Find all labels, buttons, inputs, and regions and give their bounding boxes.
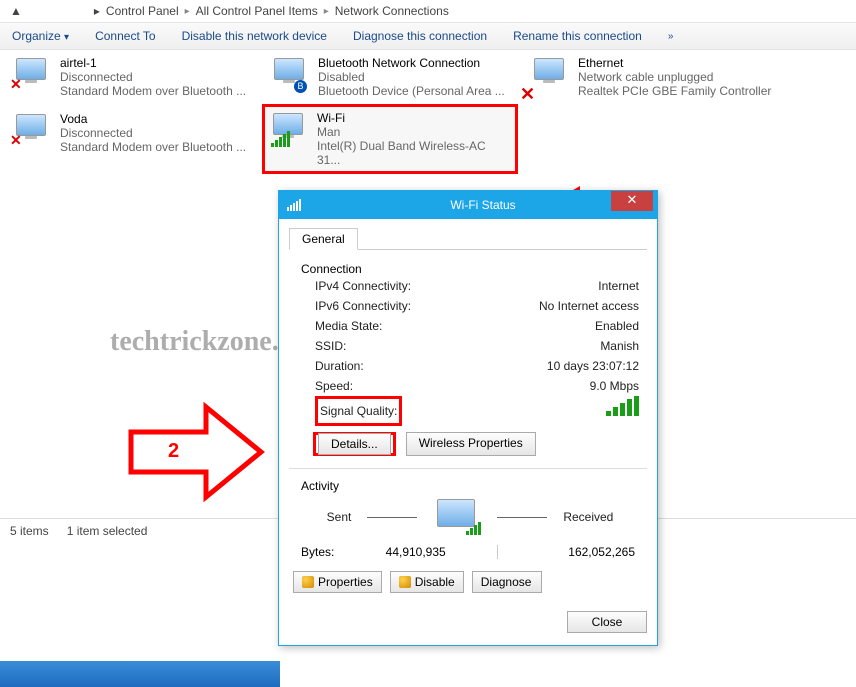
chevron-right-icon: ▸	[324, 6, 329, 17]
chevron-right-icon: ▸	[185, 6, 190, 17]
disable-button[interactable]: Disable	[390, 571, 464, 593]
disable-device-button[interactable]: Disable this network device	[182, 29, 327, 43]
organize-menu[interactable]: Organize ▾	[12, 29, 69, 43]
wifi-status-dialog: Wi-Fi Status ✕ General Connection IPv4 C…	[278, 190, 658, 646]
connect-to-button[interactable]: Connect To	[95, 29, 156, 43]
conn-status: Man	[317, 125, 511, 139]
section-connection: Connection	[301, 262, 639, 276]
value-ipv4: Internet	[598, 276, 639, 296]
disconnected-icon: ✕	[10, 76, 22, 93]
tab-strip: General	[289, 227, 647, 250]
connection-airtel[interactable]: airtel-1 Disconnected Standard Modem ove…	[10, 54, 258, 100]
value-media: Enabled	[595, 316, 639, 336]
conn-name: Bluetooth Network Connection	[318, 56, 505, 70]
conn-device: Standard Modem over Bluetooth ...	[60, 84, 246, 98]
close-icon[interactable]: ✕	[611, 191, 653, 211]
crumb-all-items[interactable]: All Control Panel Items	[196, 4, 318, 18]
details-button[interactable]: Details...	[318, 433, 391, 455]
annotation-label-2: 2	[168, 440, 179, 463]
annotation-arrow-2: 2	[126, 402, 266, 505]
conn-device: Standard Modem over Bluetooth ...	[60, 140, 246, 154]
conn-name: Ethernet	[578, 56, 771, 70]
item-count: 5 items	[10, 524, 49, 538]
chevron-down-icon: ▾	[64, 32, 69, 43]
label-speed: Speed:	[315, 376, 353, 396]
more-icon[interactable]: »	[668, 31, 674, 42]
conn-status: Network cable unplugged	[578, 70, 771, 84]
label-duration: Duration:	[315, 356, 364, 376]
crumb-control-panel[interactable]: Control Panel	[106, 4, 179, 18]
rename-button[interactable]: Rename this connection	[513, 29, 642, 43]
connection-bluetooth[interactable]: Bluetooth Network Connection Disabled Bl…	[268, 54, 516, 100]
dialog-title: Wi-Fi Status	[309, 198, 657, 212]
conn-name: Voda	[60, 112, 246, 126]
label-ipv4: IPv4 Connectivity:	[315, 276, 411, 296]
value-duration: 10 days 23:07:12	[547, 356, 639, 376]
shield-icon	[399, 576, 411, 588]
network-icon	[269, 111, 309, 149]
label-ssid: SSID:	[315, 336, 346, 356]
connection-ethernet[interactable]: Ethernet Network cable unplugged Realtek…	[528, 54, 798, 100]
label-ipv6: IPv6 Connectivity:	[315, 296, 411, 316]
label-bytes: Bytes:	[301, 545, 334, 559]
toolbar: Organize ▾ Connect To Disable this netwo…	[0, 22, 856, 50]
activity-icon	[433, 499, 481, 535]
connection-wifi[interactable]: Wi-Fi Man Intel(R) Dual Band Wireless-AC…	[262, 104, 518, 174]
nav-up-icon[interactable]: ▲	[10, 4, 22, 18]
shield-icon	[302, 576, 314, 588]
conn-name: airtel-1	[60, 56, 246, 70]
properties-button[interactable]: Properties	[293, 571, 382, 593]
bluetooth-icon: B	[294, 80, 307, 93]
value-speed: 9.0 Mbps	[590, 376, 639, 396]
crumb-network-connections[interactable]: Network Connections	[335, 4, 449, 18]
diagnose-button[interactable]: Diagnose	[472, 571, 542, 593]
dialog-titlebar[interactable]: Wi-Fi Status ✕	[279, 191, 657, 219]
value-ipv6: No Internet access	[539, 296, 639, 316]
folder-icon[interactable]: ▸	[94, 4, 100, 18]
signal-icon	[287, 199, 301, 211]
conn-status: Disabled	[318, 70, 505, 84]
selection-count: 1 item selected	[67, 524, 148, 538]
conn-status: Disconnected	[60, 70, 246, 84]
close-button[interactable]: Close	[567, 611, 647, 633]
connection-voda[interactable]: Voda Disconnected Standard Modem over Bl…	[10, 110, 258, 156]
diagnose-button[interactable]: Diagnose this connection	[353, 29, 487, 43]
conn-status: Disconnected	[60, 126, 246, 140]
breadcrumb: ▲ ▸ Control Panel ▸ All Control Panel It…	[0, 0, 856, 22]
label-sent: Sent	[327, 510, 352, 524]
network-icon	[530, 56, 570, 94]
section-activity: Activity	[301, 479, 639, 493]
conn-device: Bluetooth Device (Personal Area ...	[318, 84, 505, 98]
value-bytes-received: 162,052,265	[568, 545, 635, 559]
disconnected-icon: ✕	[10, 132, 22, 149]
unplugged-icon: ✕	[520, 84, 535, 105]
label-media: Media State:	[315, 316, 382, 336]
wireless-properties-button[interactable]: Wireless Properties	[406, 432, 536, 456]
taskbar-fragment	[0, 661, 280, 687]
conn-device: Realtek PCIe GBE Family Controller	[578, 84, 771, 98]
label-received: Received	[563, 510, 613, 524]
signal-icon	[271, 131, 290, 147]
conn-device: Intel(R) Dual Band Wireless-AC 31...	[317, 139, 511, 167]
signal-quality-icon	[606, 396, 639, 416]
value-bytes-sent: 44,910,935	[386, 545, 446, 559]
tab-general[interactable]: General	[289, 228, 358, 250]
label-signal-quality: Signal Quality:	[320, 404, 397, 418]
value-ssid: Manish	[600, 336, 639, 356]
conn-name: Wi-Fi	[317, 111, 511, 125]
